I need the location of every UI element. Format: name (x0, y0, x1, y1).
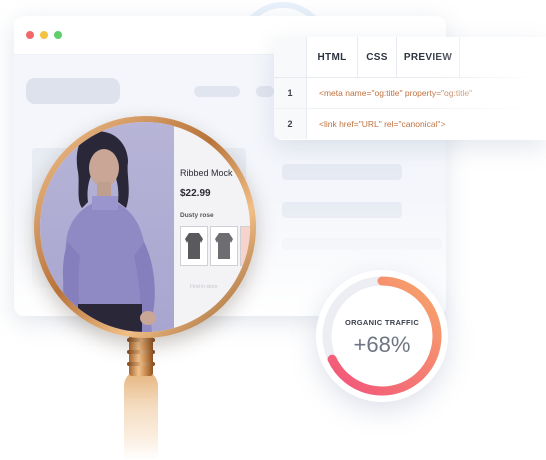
magnifier-lens: Ribbed Mock $22.99 Dusty rose Find in st… (40, 122, 250, 332)
variant-swatch[interactable] (210, 226, 238, 266)
product-price: $22.99 (180, 188, 211, 199)
window-close-dot (26, 31, 34, 39)
placeholder-line (282, 164, 402, 180)
neck-band (127, 338, 155, 342)
neck-band (127, 350, 155, 354)
sweater-icon (185, 233, 203, 259)
tab-preview[interactable]: PREVIEW (397, 37, 460, 77)
gauge-value: +68% (353, 332, 411, 357)
model-figure-icon (60, 131, 156, 332)
code-editor-panel: HTML CSS PREVIEW 1 <meta name="og:title"… (274, 37, 546, 140)
line-number: 2 (274, 109, 307, 139)
line-number: 1 (274, 78, 307, 108)
placeholder-line (282, 238, 442, 250)
tab-css[interactable]: CSS (358, 37, 397, 77)
magnifier-handle (124, 370, 158, 460)
store-link[interactable]: Find in store (190, 284, 218, 290)
variant-swatch[interactable] (240, 226, 250, 266)
window-maximize-dot (54, 31, 62, 39)
product-photo (40, 122, 174, 332)
product-name: Ribbed Mock (180, 168, 233, 178)
window-minimize-dot (40, 31, 48, 39)
magnifier-ring: Ribbed Mock $22.99 Dusty rose Find in st… (34, 116, 256, 338)
placeholder-line (282, 202, 402, 218)
code-tabs: HTML CSS PREVIEW (274, 37, 546, 78)
illustration: HTML CSS PREVIEW 1 <meta name="og:title"… (0, 0, 546, 460)
magnifier-neck (127, 332, 155, 376)
neck-band (127, 362, 155, 366)
product-color-label: Dusty rose (180, 212, 214, 219)
code-line: 1 <meta name="og:title" property="og:tit… (274, 78, 546, 108)
tab-html[interactable]: HTML (307, 37, 358, 77)
code-line: 2 <link href="URL" rel="canonical"> (274, 108, 546, 139)
organic-traffic-gauge: ORGANIC TRAFFIC +68% (316, 270, 448, 402)
gauge-label: ORGANIC TRAFFIC (344, 318, 420, 327)
placeholder-title (26, 78, 120, 104)
tab-gutter (274, 37, 307, 77)
placeholder-nav-item (194, 86, 240, 97)
code-text: <meta name="og:title" property="og:title… (319, 88, 473, 98)
sweater-icon (215, 233, 233, 259)
code-text: <link href="URL" rel="canonical"> (319, 119, 446, 129)
variant-swatch[interactable] (180, 226, 208, 266)
placeholder-nav-item (256, 86, 274, 97)
